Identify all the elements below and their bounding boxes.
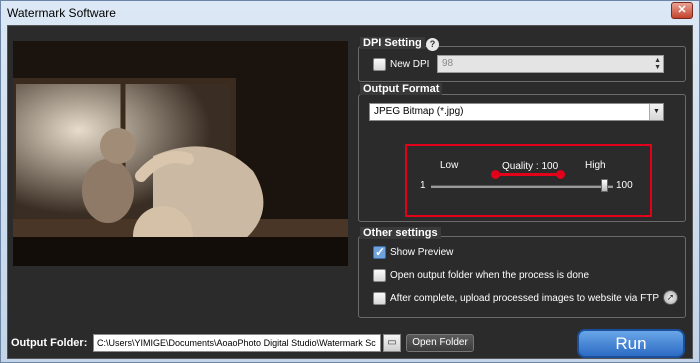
chevron-down-icon[interactable]: ▼ xyxy=(649,104,663,120)
dpi-help-icon[interactable]: ? xyxy=(426,38,439,51)
open-folder-label: Open output folder when the process is d… xyxy=(390,270,590,281)
quality-marker-start xyxy=(491,170,500,179)
title-bar: Watermark Software ✕ xyxy=(1,1,699,25)
quality-marker xyxy=(491,170,565,179)
preview-photo xyxy=(13,41,348,266)
new-dpi-label: New DPI xyxy=(390,59,430,70)
quality-low-label: Low xyxy=(440,160,459,171)
app-window: Watermark Software ✕ DPI Setting ? New D… xyxy=(0,0,700,363)
new-dpi-checkbox[interactable] xyxy=(373,58,386,71)
dpi-value: 98 xyxy=(442,58,454,69)
quality-highlight-box xyxy=(405,144,652,217)
show-preview-label: Show Preview xyxy=(390,247,454,258)
run-button[interactable]: Run xyxy=(577,329,685,358)
output-folder-label: Output Folder: xyxy=(11,337,88,349)
close-button[interactable]: ✕ xyxy=(671,2,693,19)
client-area: DPI Setting ? New DPI 98 ▲ ▼ Output Forma… xyxy=(7,25,693,359)
folder-icon[interactable]: ▭ xyxy=(383,334,401,352)
output-format-select[interactable]: JPEG Bitmap (*.jpg) ▼ xyxy=(369,103,664,121)
ftp-upload-label: After complete, upload processed images … xyxy=(390,293,660,304)
dpi-value-input[interactable]: 98 ▲ ▼ xyxy=(437,55,664,73)
quality-high-label: High xyxy=(585,160,606,171)
quality-marker-end xyxy=(556,170,565,179)
output-format-value: JPEG Bitmap (*.jpg) xyxy=(374,106,464,117)
quality-value-label: Quality : 100 xyxy=(502,161,559,172)
quality-max-label: 100 xyxy=(616,180,633,191)
quality-min-label: 1 xyxy=(420,180,426,191)
quality-slider-thumb[interactable] xyxy=(601,179,608,192)
quality-slider-track[interactable] xyxy=(431,185,613,188)
ftp-upload-checkbox[interactable] xyxy=(373,292,386,305)
dpi-panel-title: DPI Setting xyxy=(360,37,425,49)
other-settings-title: Other settings xyxy=(360,227,441,239)
image-preview xyxy=(13,41,348,266)
window-title: Watermark Software xyxy=(7,6,116,20)
open-folder-checkbox[interactable] xyxy=(373,269,386,282)
output-folder-path: C:\Users\YIMIGE\Documents\AoaoPhoto Digi… xyxy=(97,338,376,348)
output-folder-input[interactable]: C:\Users\YIMIGE\Documents\AoaoPhoto Digi… xyxy=(93,334,381,352)
open-folder-button[interactable]: Open Folder xyxy=(406,334,474,352)
dpi-spinner-icon[interactable]: ▲ ▼ xyxy=(654,57,661,71)
show-preview-checkbox[interactable] xyxy=(373,245,386,259)
ftp-settings-icon[interactable]: ➚ xyxy=(663,290,678,305)
output-format-title: Output Format xyxy=(360,83,443,95)
